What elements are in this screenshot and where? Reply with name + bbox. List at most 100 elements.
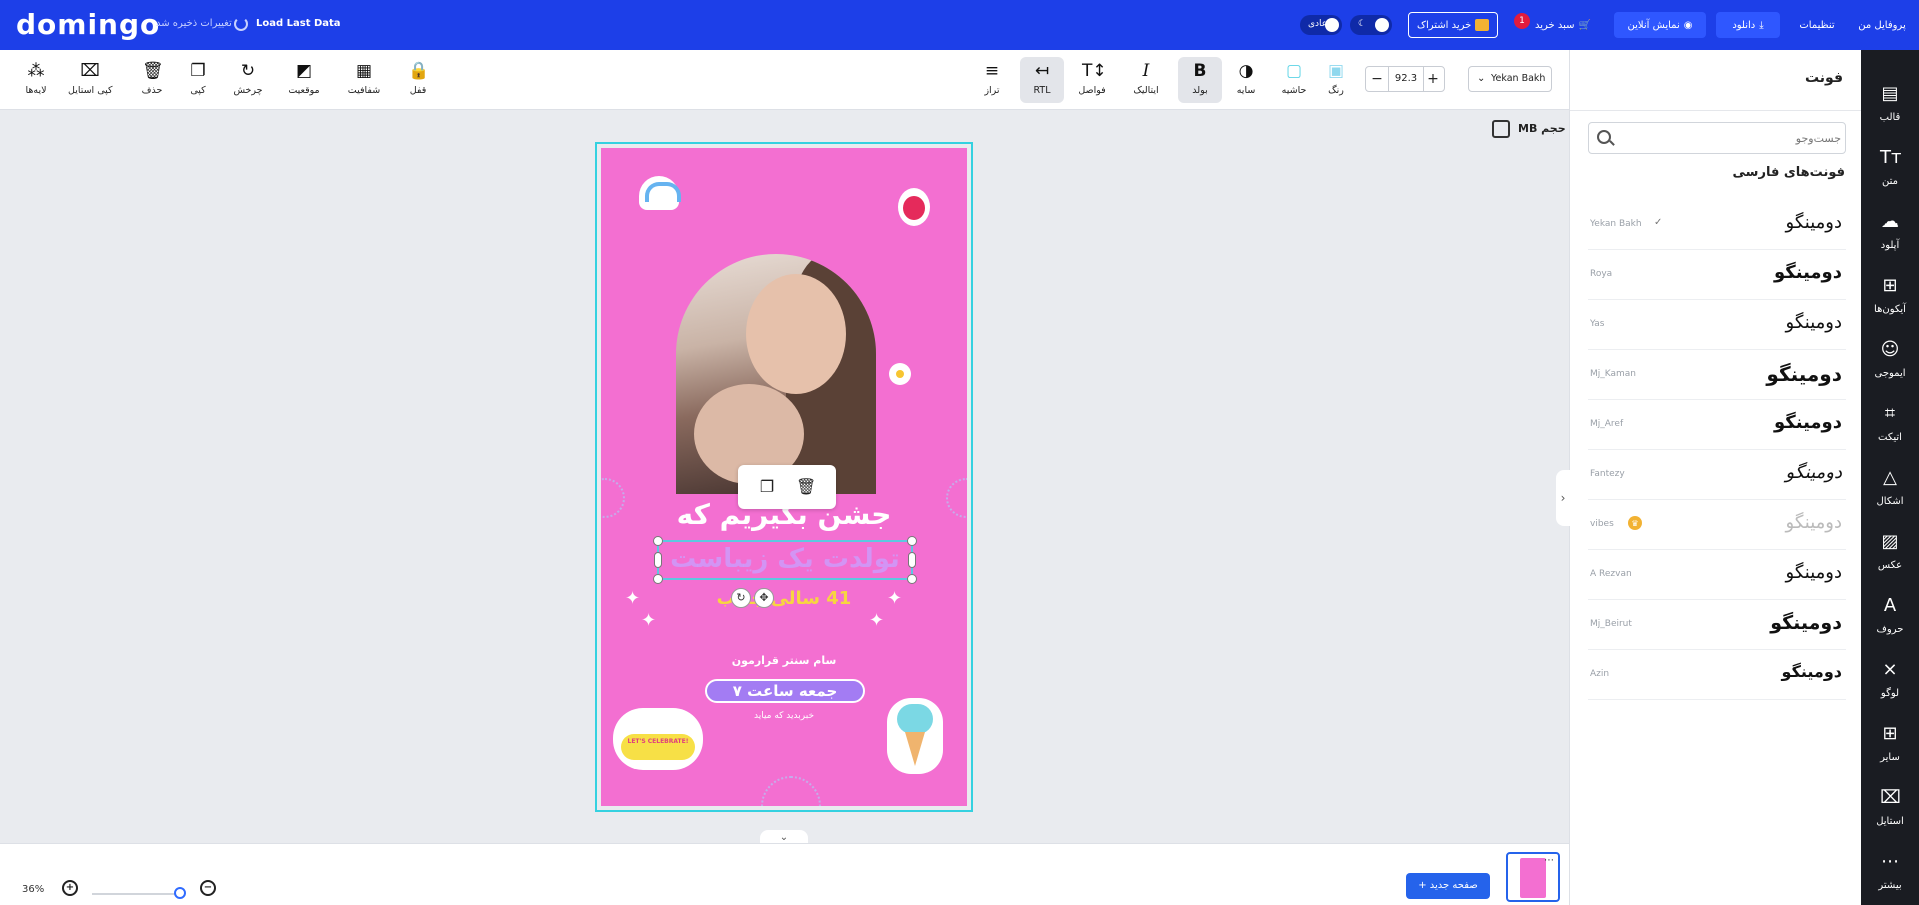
rtl-arrow-icon: ↤: [1034, 61, 1050, 81]
rail-item-logo[interactable]: ⨯ لوگو: [1861, 652, 1919, 712]
image-icon: ▨: [1881, 531, 1899, 552]
flower-sticker[interactable]: [889, 363, 911, 385]
position-tool[interactable]: ◩ موقعیت: [282, 57, 326, 103]
host-text[interactable]: سام سنتر قرارمون: [601, 654, 967, 667]
resize-handle[interactable]: [653, 536, 663, 546]
online-preview-label: نمایش آنلاین: [1627, 19, 1680, 31]
layers-tool[interactable]: ⁂ لایه‌ها: [14, 57, 58, 103]
app-logo[interactable]: domingo: [16, 8, 160, 41]
font-search-input[interactable]: [1621, 125, 1841, 151]
resize-handle[interactable]: [654, 552, 662, 568]
decrease-size-button[interactable]: −: [1368, 70, 1386, 88]
settings-button[interactable]: تنظیمات: [1790, 12, 1844, 38]
rotate-handle-icon[interactable]: ↻: [731, 588, 751, 608]
rainbow-sticker[interactable]: [639, 176, 681, 210]
duplicate-icon[interactable]: ❐: [758, 477, 776, 497]
copy-tool[interactable]: ❐ کپی: [176, 57, 220, 103]
resize-handle[interactable]: [907, 536, 917, 546]
new-page-button[interactable]: صفحه جدید +: [1406, 873, 1490, 899]
align-tool[interactable]: ≡ تراز: [970, 57, 1014, 103]
online-preview-button[interactable]: نمایش آنلاین ◉: [1614, 12, 1706, 38]
rail-item-style[interactable]: ⌧ استایل: [1861, 780, 1919, 840]
bold-tool[interactable]: B بولد: [1178, 57, 1222, 103]
font-item[interactable]: Roya دومینگو: [1588, 250, 1846, 300]
font-item[interactable]: Mj_Aref دومینگو: [1588, 400, 1846, 450]
transparency-icon: ▦: [355, 61, 373, 81]
paint-roller-icon: ⌧: [80, 61, 100, 81]
cart-badge: 1: [1514, 13, 1530, 29]
font-item[interactable]: Mj_Beirut دومینگو: [1588, 600, 1846, 650]
rtl-tool[interactable]: ↤ RTL: [1020, 57, 1064, 103]
selected-text[interactable]: تولدت یک زیباست: [659, 544, 911, 574]
cart-button[interactable]: سبد خرید 🛒: [1530, 12, 1596, 38]
lock-tool[interactable]: 🔒 قفل: [396, 57, 440, 103]
rotate-tool[interactable]: ↻ چرخش: [226, 57, 270, 103]
file-size-label: MB حجم: [1518, 122, 1566, 135]
profile-button[interactable]: پروفایل من: [1852, 12, 1912, 38]
rail-item-sticker[interactable]: ⌗ اتیکت: [1861, 396, 1919, 456]
trash-icon: 🗑: [142, 61, 164, 81]
font-item[interactable]: vibes ♛ دومینگو: [1588, 500, 1846, 550]
copy-style-tool[interactable]: ⌧ کپی استایل: [68, 57, 113, 103]
font-item[interactable]: Fantezy دومینگو: [1588, 450, 1846, 500]
font-item[interactable]: Yekan Bakh ✓ دومینگو: [1588, 200, 1846, 250]
font-family-select[interactable]: ⌄ Yekan Bakh: [1468, 66, 1552, 92]
mode-toggle[interactable]: عادی: [1300, 15, 1342, 35]
zoom-slider-thumb[interactable]: [174, 887, 186, 899]
download-button[interactable]: دانلود ⤓: [1716, 12, 1780, 38]
font-name: Yekan Bakh: [1590, 219, 1642, 229]
italic-tool[interactable]: I ایتالیک: [1124, 57, 1168, 103]
page-thumbnail[interactable]: ⋯: [1506, 852, 1560, 902]
font-item[interactable]: A Rezvan دومینگو: [1588, 550, 1846, 600]
artboard[interactable]: جشن بگیریم که تولدت یک زیباست ❐ 🗑 41 سال…: [595, 142, 973, 812]
border-tool[interactable]: ▢ حاشیه: [1272, 57, 1316, 103]
zoom-in-icon[interactable]: +: [62, 880, 78, 896]
font-item[interactable]: Azin دومینگو: [1588, 650, 1846, 700]
toggle-knob: [1375, 18, 1389, 32]
dark-mode-toggle[interactable]: ☾: [1350, 15, 1392, 35]
poster[interactable]: جشن بگیریم که تولدت یک زیباست ❐ 🗑 41 سال…: [601, 148, 967, 806]
age-text[interactable]: 41 سالی جذاب: [601, 588, 967, 609]
rail-item-more[interactable]: ⋯ بیشتر: [1861, 844, 1919, 904]
search-icon[interactable]: [1597, 130, 1611, 144]
collapse-panel-chevron-icon[interactable]: ›: [1556, 470, 1570, 526]
trash-icon[interactable]: 🗑: [796, 477, 816, 497]
more-icon[interactable]: ⋯: [1544, 855, 1554, 866]
spacing-tool[interactable]: T↕ فواصل: [1070, 57, 1114, 103]
photo-mother-baby[interactable]: [676, 254, 876, 494]
font-item[interactable]: Yas دومینگو: [1588, 300, 1846, 350]
shadow-tool[interactable]: ◑ سایه: [1224, 57, 1268, 103]
rail-item-icons[interactable]: ⊞ آیکون‌ها: [1861, 268, 1919, 328]
calculator-icon[interactable]: [1492, 120, 1510, 138]
rail-item-photo[interactable]: ▨ عکس: [1861, 524, 1919, 584]
buy-subscription-button[interactable]: خرید اشتراک: [1408, 12, 1498, 38]
transparency-tool[interactable]: ▦ شفافیت: [342, 57, 386, 103]
cat-sticker[interactable]: LET'S CELEBRATE!: [613, 708, 703, 770]
font-item[interactable]: Mj_Kaman دومینگو: [1588, 350, 1846, 400]
rail-item-text[interactable]: Tт متن: [1861, 140, 1919, 200]
increase-size-button[interactable]: +: [1424, 70, 1442, 88]
selected-text-box[interactable]: تولدت یک زیباست: [653, 536, 917, 584]
resize-handle[interactable]: [908, 552, 916, 568]
rail-item-template[interactable]: ▤ قالب: [1861, 76, 1919, 136]
font-size-value[interactable]: 92.3: [1388, 67, 1424, 91]
zoom-out-icon[interactable]: −: [200, 880, 216, 896]
apple-sticker[interactable]: [898, 188, 930, 226]
rail-item-upload[interactable]: ☁ آپلود: [1861, 204, 1919, 264]
date-pill[interactable]: جمعه ساعت ۷: [705, 679, 865, 703]
rail-item-other[interactable]: ⊞ سایر: [1861, 716, 1919, 776]
font-search[interactable]: [1588, 122, 1846, 154]
resize-handle[interactable]: [907, 574, 917, 584]
rail-item-letters[interactable]: A حروف: [1861, 588, 1919, 648]
move-handle-icon[interactable]: ✥: [754, 588, 774, 608]
font-size-stepper[interactable]: − 92.3 +: [1365, 66, 1445, 92]
ice-cream-sticker[interactable]: [887, 698, 943, 774]
delete-tool[interactable]: 🗑 حذف: [130, 57, 174, 103]
rail-item-shapes[interactable]: △ اشکال: [1861, 460, 1919, 520]
load-last-data-button[interactable]: Load Last Data: [256, 18, 341, 29]
zoom-slider[interactable]: [92, 893, 182, 895]
color-tool[interactable]: ▣ رنگ: [1314, 57, 1358, 103]
rail-item-emoji[interactable]: ☺ ایموجی: [1861, 332, 1919, 392]
logo-icon: ⨯: [1882, 659, 1898, 680]
resize-handle[interactable]: [653, 574, 663, 584]
